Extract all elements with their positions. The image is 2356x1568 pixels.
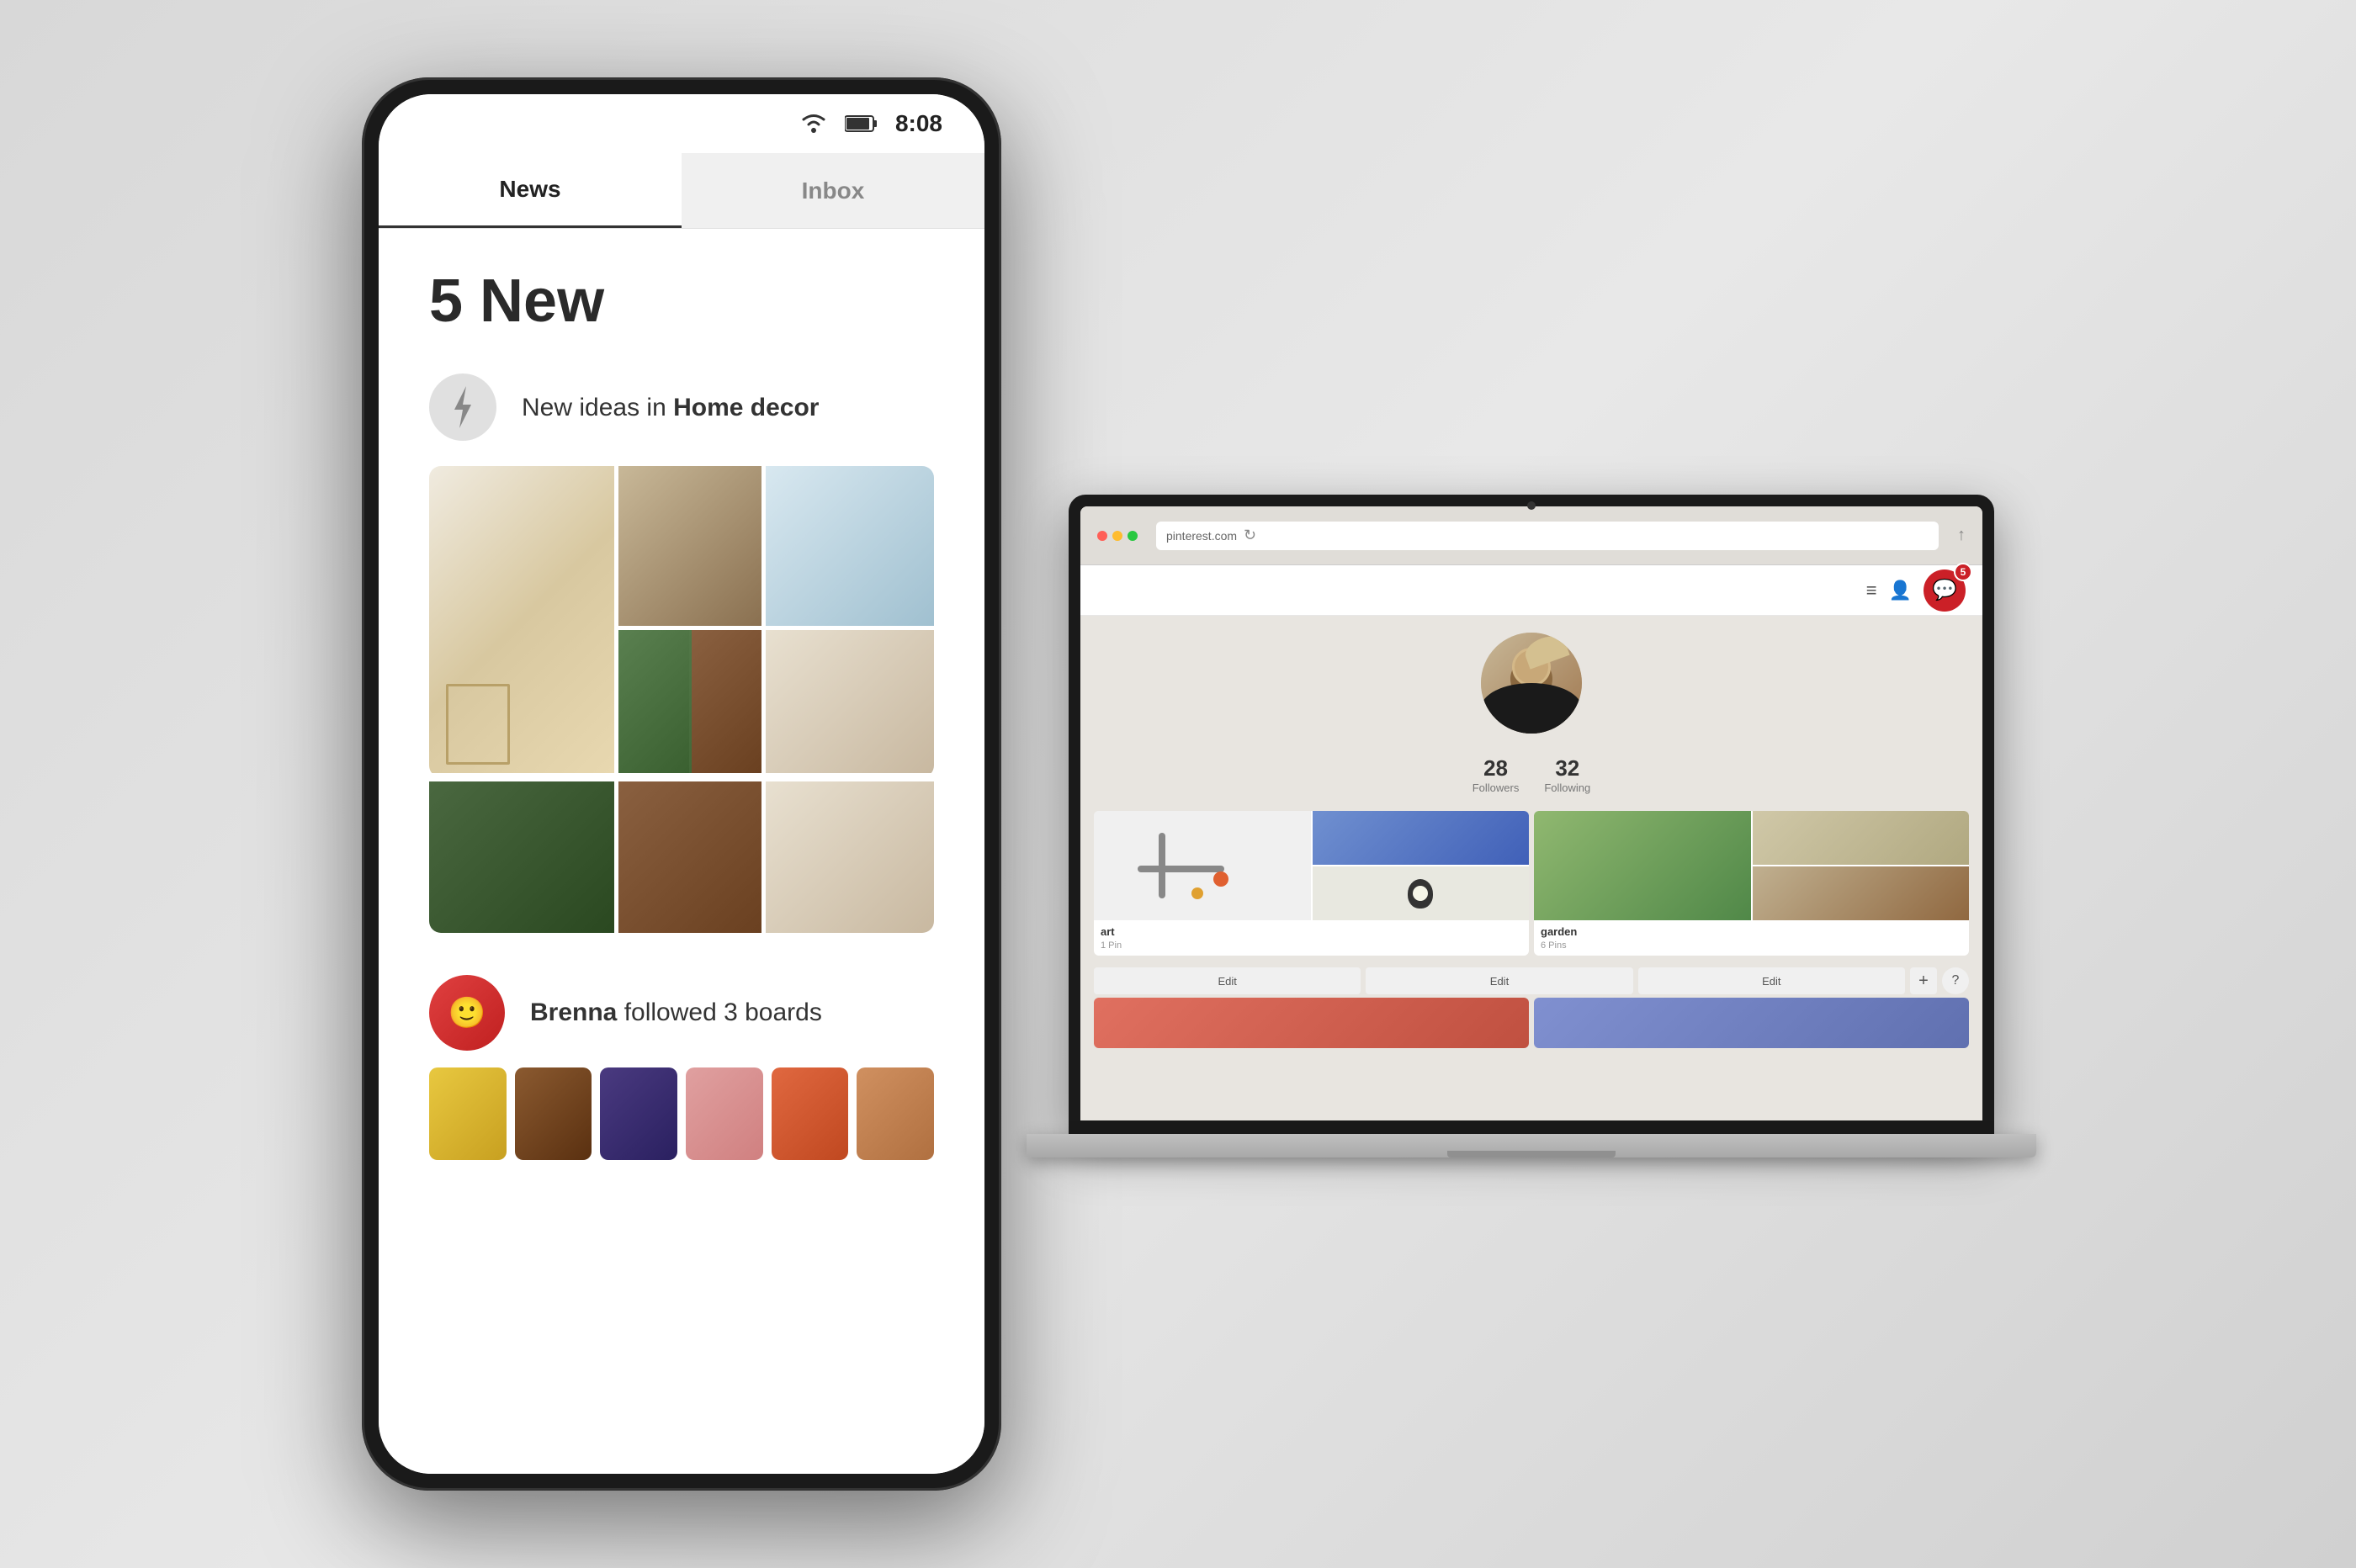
pinterest-content: 28 Followers 32 Following	[1080, 616, 1982, 1120]
hamburger-menu-icon[interactable]: ≡	[1866, 580, 1877, 601]
phone-body: 8:08 News Inbox 5 New	[362, 77, 1001, 1491]
board-thumb-5[interactable]	[772, 1067, 849, 1160]
ideas-text: New ideas in Home decor	[522, 391, 819, 424]
tab-inbox[interactable]: Inbox	[682, 153, 984, 228]
bottom-board-1[interactable]	[1094, 998, 1529, 1048]
board-art-img-1	[1094, 811, 1311, 920]
board-card-art[interactable]: art 1 Pin	[1094, 811, 1529, 956]
following-stat: 32 Following	[1544, 755, 1590, 794]
board-thumb-1[interactable]	[429, 1067, 507, 1160]
grid-image-cart	[429, 466, 614, 773]
browser-url-bar[interactable]: pinterest.com ↻	[1156, 522, 1939, 550]
grid-image-dresser	[766, 781, 934, 933]
home-decor-grid-row2	[429, 781, 934, 933]
board-thumb-3[interactable]	[600, 1067, 677, 1160]
board-art-label: art 1 Pin	[1094, 920, 1529, 956]
grid-sub-2	[692, 630, 762, 773]
news-ideas-item[interactable]: New ideas in Home decor	[429, 373, 934, 441]
profile-stats: 28 Followers 32 Following	[1472, 755, 1591, 794]
nav-right-group: ≡ 👤 💬 5	[1866, 569, 1966, 612]
avatar-figure	[1481, 633, 1582, 734]
ideas-icon-circle	[429, 373, 496, 441]
message-button-wrap: 💬 5	[1924, 569, 1966, 612]
laptop-camera	[1527, 501, 1536, 510]
phone-news-feed: 5 New New ideas in Home decor	[379, 229, 984, 1202]
grid-image-bathroom	[766, 630, 934, 773]
grid-sub-1	[618, 630, 689, 773]
browser-actions: ↑	[1957, 526, 1966, 545]
board-strip	[429, 1067, 934, 1160]
phone-screen: 8:08 News Inbox 5 New	[379, 94, 984, 1474]
url-text: pinterest.com	[1166, 529, 1237, 543]
edit-board-extra-button[interactable]: Edit	[1638, 967, 1905, 994]
user-profile-icon[interactable]: 👤	[1889, 580, 1912, 601]
followers-label: Followers	[1472, 781, 1520, 794]
battery-icon	[845, 114, 878, 133]
followers-stat: 28 Followers	[1472, 755, 1520, 794]
board-garden-label: garden 6 Pins	[1534, 920, 1969, 956]
add-board-button[interactable]: +	[1910, 967, 1937, 994]
board-thumb-2[interactable]	[515, 1067, 592, 1160]
tab-news[interactable]: News	[379, 153, 682, 228]
avatar-body	[1481, 687, 1582, 734]
board-garden-images	[1534, 811, 1969, 920]
home-decor-grid[interactable]	[429, 466, 934, 777]
news-count-heading: 5 New	[429, 271, 934, 331]
bottom-boards	[1080, 998, 1982, 1048]
phone-content: News Inbox 5 New	[379, 153, 984, 1474]
board-art-img-3	[1313, 866, 1530, 920]
grid-image-chairs	[618, 781, 761, 933]
laptop-base	[1027, 1134, 2036, 1157]
grid-image-chair	[766, 466, 934, 626]
laptop-body: pinterest.com ↻ ↑ ≡ 👤 💬	[1069, 495, 1994, 1134]
minimize-dot[interactable]	[1112, 531, 1122, 541]
phone-tabs: News Inbox	[379, 153, 984, 229]
board-garden-img-1	[1534, 811, 1751, 920]
status-time: 8:08	[895, 110, 942, 137]
profile-section: 28 Followers 32 Following	[1080, 616, 1982, 803]
edit-board-garden-button[interactable]: Edit	[1366, 967, 1632, 994]
browser-traffic-lights	[1097, 531, 1138, 541]
wifi-icon	[799, 113, 828, 135]
chat-icon: 💬	[1932, 578, 1957, 602]
phone-device: 8:08 News Inbox 5 New	[362, 77, 1001, 1491]
help-button[interactable]: ?	[1942, 967, 1969, 994]
bottom-board-2[interactable]	[1534, 998, 1969, 1048]
laptop-device: pinterest.com ↻ ↑ ≡ 👤 💬	[1069, 495, 1994, 1157]
refresh-icon[interactable]: ↻	[1244, 527, 1256, 544]
board-art-img-2	[1313, 811, 1530, 865]
profile-avatar[interactable]	[1481, 633, 1582, 734]
message-badge: 5	[1954, 563, 1972, 581]
board-thumb-4[interactable]	[686, 1067, 763, 1160]
board-card-garden[interactable]: garden 6 Pins	[1534, 811, 1969, 956]
board-grid: art 1 Pin garden	[1080, 803, 1982, 964]
board-art-images	[1094, 811, 1529, 920]
following-label: Following	[1544, 781, 1590, 794]
following-count: 32	[1544, 755, 1590, 781]
maximize-dot[interactable]	[1128, 531, 1138, 541]
follow-section[interactable]: 🙂 Brenna followed 3 boards	[429, 975, 934, 1051]
grid-image-plants	[618, 630, 761, 773]
board-thumb-6[interactable]	[857, 1067, 934, 1160]
board-garden-img-2	[1753, 811, 1970, 865]
grid-image-trellis	[429, 781, 614, 933]
followers-count: 28	[1472, 755, 1520, 781]
board-edit-row: Edit Edit Edit + ?	[1080, 964, 1982, 998]
follow-avatar: 🙂	[429, 975, 505, 1051]
scene: 8:08 News Inbox 5 New	[0, 0, 2356, 1568]
pinterest-nav: ≡ 👤 💬 5	[1080, 565, 1982, 616]
edit-board-art-button[interactable]: Edit	[1094, 967, 1361, 994]
close-dot[interactable]	[1097, 531, 1107, 541]
laptop-screen: pinterest.com ↻ ↑ ≡ 👤 💬	[1080, 506, 1982, 1120]
lightning-icon	[448, 386, 478, 428]
share-icon[interactable]: ↑	[1957, 526, 1966, 545]
board-garden-img-3	[1753, 866, 1970, 920]
browser-chrome: pinterest.com ↻ ↑	[1080, 506, 1982, 565]
follow-text: Brenna followed 3 boards	[530, 999, 822, 1027]
phone-status-bar: 8:08	[379, 94, 984, 153]
grid-image-curtain	[618, 466, 761, 626]
